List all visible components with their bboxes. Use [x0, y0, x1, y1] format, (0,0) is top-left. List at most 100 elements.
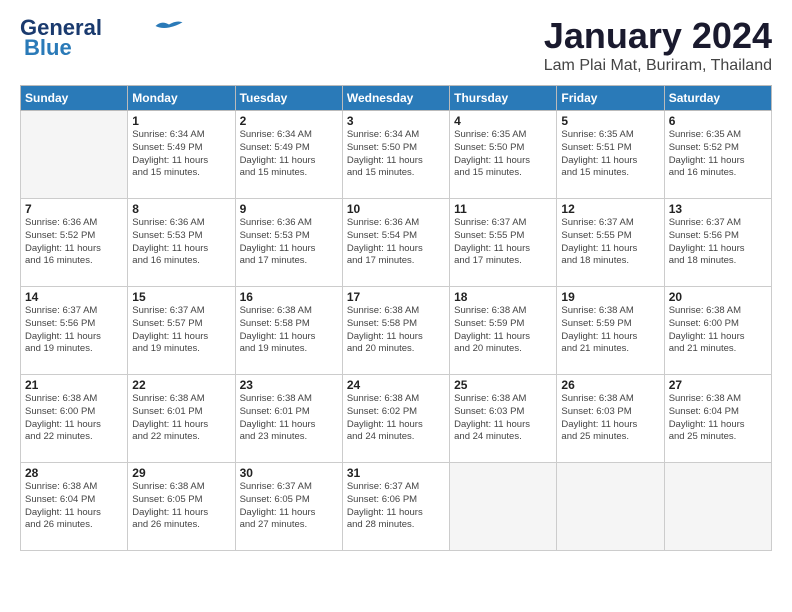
calendar-header-row: Sunday Monday Tuesday Wednesday Thursday…: [21, 86, 772, 111]
col-sunday: Sunday: [21, 86, 128, 111]
day-number: 6: [669, 114, 767, 128]
day-info: Sunrise: 6:38 AM Sunset: 6:00 PM Dayligh…: [669, 305, 767, 356]
table-row: [450, 463, 557, 551]
day-number: 3: [347, 114, 445, 128]
table-row: 30Sunrise: 6:37 AM Sunset: 6:05 PM Dayli…: [235, 463, 342, 551]
table-row: [664, 463, 771, 551]
day-info: Sunrise: 6:38 AM Sunset: 5:58 PM Dayligh…: [240, 305, 338, 356]
col-tuesday: Tuesday: [235, 86, 342, 111]
day-info: Sunrise: 6:35 AM Sunset: 5:52 PM Dayligh…: [669, 129, 767, 180]
table-row: 4Sunrise: 6:35 AM Sunset: 5:50 PM Daylig…: [450, 111, 557, 199]
table-row: 18Sunrise: 6:38 AM Sunset: 5:59 PM Dayli…: [450, 287, 557, 375]
day-number: 2: [240, 114, 338, 128]
day-info: Sunrise: 6:36 AM Sunset: 5:54 PM Dayligh…: [347, 217, 445, 268]
table-row: 26Sunrise: 6:38 AM Sunset: 6:03 PM Dayli…: [557, 375, 664, 463]
table-row: 31Sunrise: 6:37 AM Sunset: 6:06 PM Dayli…: [342, 463, 449, 551]
day-info: Sunrise: 6:38 AM Sunset: 6:01 PM Dayligh…: [132, 393, 230, 444]
day-number: 30: [240, 466, 338, 480]
col-saturday: Saturday: [664, 86, 771, 111]
month-title: January 2024: [544, 15, 772, 57]
table-row: 25Sunrise: 6:38 AM Sunset: 6:03 PM Dayli…: [450, 375, 557, 463]
table-row: 27Sunrise: 6:38 AM Sunset: 6:04 PM Dayli…: [664, 375, 771, 463]
day-info: Sunrise: 6:37 AM Sunset: 6:05 PM Dayligh…: [240, 481, 338, 532]
calendar-week-row: 1 Sunrise: 6:34 AM Sunset: 5:49 PM Daylig…: [21, 111, 772, 199]
day-info: Sunrise: 6:35 AM Sunset: 5:51 PM Dayligh…: [561, 129, 659, 180]
day-number: 10: [347, 202, 445, 216]
day-info: Sunrise: 6:38 AM Sunset: 6:03 PM Dayligh…: [561, 393, 659, 444]
table-row: 23Sunrise: 6:38 AM Sunset: 6:01 PM Dayli…: [235, 375, 342, 463]
day-info: Sunrise: 6:35 AM Sunset: 5:50 PM Dayligh…: [454, 129, 552, 180]
day-number: 31: [347, 466, 445, 480]
day-number: 21: [25, 378, 123, 392]
day-number: 11: [454, 202, 552, 216]
day-number: 12: [561, 202, 659, 216]
table-row: 19Sunrise: 6:38 AM Sunset: 5:59 PM Dayli…: [557, 287, 664, 375]
location: Lam Plai Mat, Buriram, Thailand: [544, 57, 772, 75]
day-number: 14: [25, 290, 123, 304]
col-friday: Friday: [557, 86, 664, 111]
day-number: 8: [132, 202, 230, 216]
page: General Blue January 2024 Lam Plai Mat, …: [0, 0, 792, 561]
day-number: 13: [669, 202, 767, 216]
day-number: 17: [347, 290, 445, 304]
table-row: 9Sunrise: 6:36 AM Sunset: 5:53 PM Daylig…: [235, 199, 342, 287]
table-row: [557, 463, 664, 551]
table-row: 1Sunrise: 6:34 AM Sunset: 5:49 PM Daylig…: [128, 111, 235, 199]
day-number: 29: [132, 466, 230, 480]
col-monday: Monday: [128, 86, 235, 111]
day-number: 4: [454, 114, 552, 128]
day-number: 23: [240, 378, 338, 392]
table-row: 24Sunrise: 6:38 AM Sunset: 6:02 PM Dayli…: [342, 375, 449, 463]
table-row: 17Sunrise: 6:38 AM Sunset: 5:58 PM Dayli…: [342, 287, 449, 375]
day-info: Sunrise: 6:34 AM Sunset: 5:50 PM Dayligh…: [347, 129, 445, 180]
day-number: 5: [561, 114, 659, 128]
day-info: Sunrise: 6:38 AM Sunset: 6:02 PM Dayligh…: [347, 393, 445, 444]
day-info: Sunrise: 6:38 AM Sunset: 6:05 PM Dayligh…: [132, 481, 230, 532]
calendar-week-row: 7Sunrise: 6:36 AM Sunset: 5:52 PM Daylig…: [21, 199, 772, 287]
day-info: Sunrise: 6:37 AM Sunset: 5:55 PM Dayligh…: [561, 217, 659, 268]
day-info: Sunrise: 6:38 AM Sunset: 6:01 PM Dayligh…: [240, 393, 338, 444]
day-number: 22: [132, 378, 230, 392]
table-row: 28Sunrise: 6:38 AM Sunset: 6:04 PM Dayli…: [21, 463, 128, 551]
day-info: Sunrise: 6:37 AM Sunset: 5:56 PM Dayligh…: [669, 217, 767, 268]
day-info: Sunrise: 6:38 AM Sunset: 6:03 PM Dayligh…: [454, 393, 552, 444]
table-row: 6Sunrise: 6:35 AM Sunset: 5:52 PM Daylig…: [664, 111, 771, 199]
table-row: 12Sunrise: 6:37 AM Sunset: 5:55 PM Dayli…: [557, 199, 664, 287]
day-number: 27: [669, 378, 767, 392]
header: General Blue January 2024 Lam Plai Mat, …: [20, 15, 772, 75]
calendar-week-row: 14Sunrise: 6:37 AM Sunset: 5:56 PM Dayli…: [21, 287, 772, 375]
table-row: 13Sunrise: 6:37 AM Sunset: 5:56 PM Dayli…: [664, 199, 771, 287]
table-row: 11Sunrise: 6:37 AM Sunset: 5:55 PM Dayli…: [450, 199, 557, 287]
day-number: 24: [347, 378, 445, 392]
day-number: 15: [132, 290, 230, 304]
table-row: 16Sunrise: 6:38 AM Sunset: 5:58 PM Dayli…: [235, 287, 342, 375]
calendar-week-row: 28Sunrise: 6:38 AM Sunset: 6:04 PM Dayli…: [21, 463, 772, 551]
logo-bird-icon: [154, 17, 184, 35]
day-info: Sunrise: 6:37 AM Sunset: 5:56 PM Dayligh…: [25, 305, 123, 356]
day-number: 7: [25, 202, 123, 216]
day-info: Sunrise: 6:37 AM Sunset: 6:06 PM Dayligh…: [347, 481, 445, 532]
col-thursday: Thursday: [450, 86, 557, 111]
table-row: [21, 111, 128, 199]
table-row: 10Sunrise: 6:36 AM Sunset: 5:54 PM Dayli…: [342, 199, 449, 287]
day-number: 9: [240, 202, 338, 216]
day-info: Sunrise: 6:38 AM Sunset: 5:58 PM Dayligh…: [347, 305, 445, 356]
day-info: Sunrise: 6:36 AM Sunset: 5:52 PM Dayligh…: [25, 217, 123, 268]
day-info: Sunrise: 6:38 AM Sunset: 5:59 PM Dayligh…: [561, 305, 659, 356]
day-info: Sunrise: 6:36 AM Sunset: 5:53 PM Dayligh…: [240, 217, 338, 268]
day-info: Sunrise: 6:36 AM Sunset: 5:53 PM Dayligh…: [132, 217, 230, 268]
day-number: 16: [240, 290, 338, 304]
table-row: 15Sunrise: 6:37 AM Sunset: 5:57 PM Dayli…: [128, 287, 235, 375]
day-number: 28: [25, 466, 123, 480]
day-info: Sunrise: 6:38 AM Sunset: 6:04 PM Dayligh…: [25, 481, 123, 532]
day-info: Sunrise: 6:34 AM Sunset: 5:49 PM Dayligh…: [240, 129, 338, 180]
table-row: 29Sunrise: 6:38 AM Sunset: 6:05 PM Dayli…: [128, 463, 235, 551]
table-row: 21Sunrise: 6:38 AM Sunset: 6:00 PM Dayli…: [21, 375, 128, 463]
logo-blue: Blue: [24, 35, 72, 61]
table-row: 3Sunrise: 6:34 AM Sunset: 5:50 PM Daylig…: [342, 111, 449, 199]
table-row: 20Sunrise: 6:38 AM Sunset: 6:00 PM Dayli…: [664, 287, 771, 375]
table-row: 5Sunrise: 6:35 AM Sunset: 5:51 PM Daylig…: [557, 111, 664, 199]
day-number: 1: [132, 114, 230, 128]
day-info: Sunrise: 6:37 AM Sunset: 5:55 PM Dayligh…: [454, 217, 552, 268]
day-number: 25: [454, 378, 552, 392]
